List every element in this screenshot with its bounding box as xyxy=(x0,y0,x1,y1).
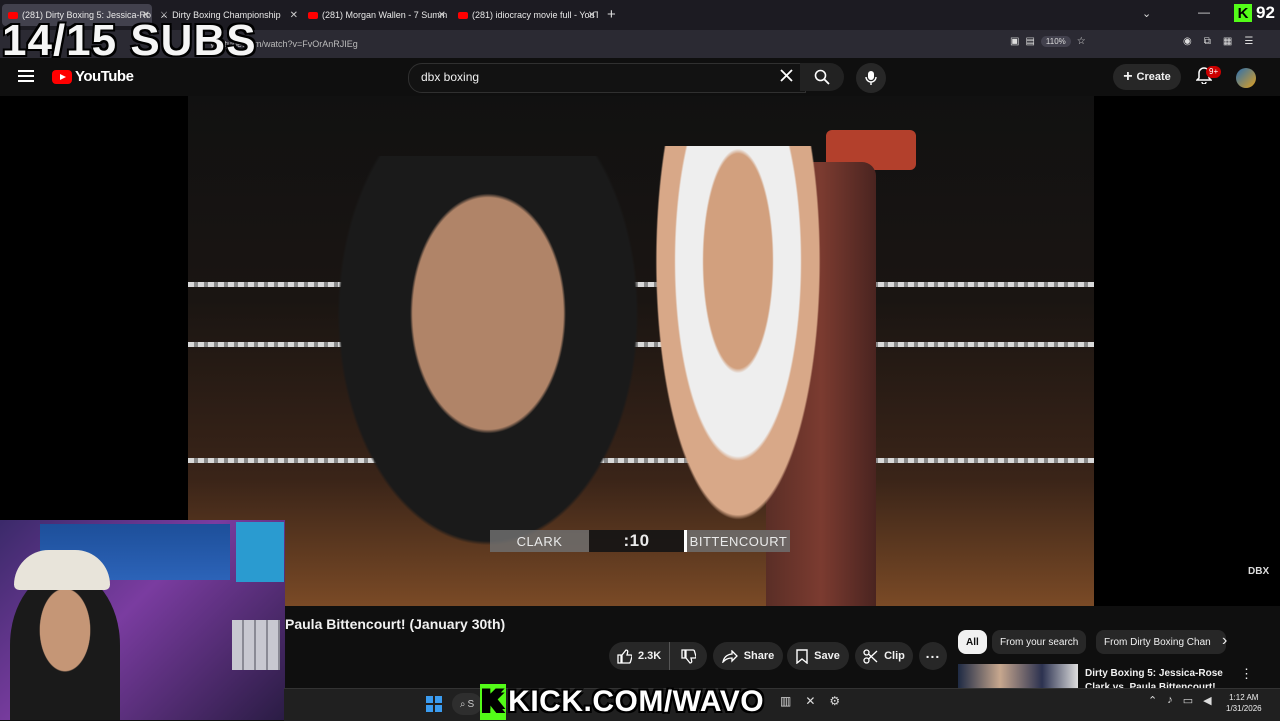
close-tab-icon[interactable]: ✕ xyxy=(588,10,596,21)
save-label: Save xyxy=(814,650,840,662)
address-bar[interactable]: youtube.com/watch?v=FvOrAnRJIEg xyxy=(210,34,1010,54)
youtube-favicon-icon xyxy=(308,11,318,19)
menu-icon[interactable] xyxy=(18,69,34,83)
kick-url-text: KICK.COM/WAVO xyxy=(508,685,765,718)
chip-from-channel[interactable]: From Dirty Boxing Chan xyxy=(1096,630,1226,654)
like-count: 2.3K xyxy=(638,650,662,662)
share-label: Share xyxy=(743,650,775,662)
zoom-level[interactable]: 110% xyxy=(1040,36,1071,47)
video-frame[interactable]: CLARK :10 BITTENCOURT xyxy=(188,96,1094,606)
more-icon: ... xyxy=(925,645,941,661)
chip-all[interactable]: All xyxy=(958,630,987,654)
youtube-favicon-icon xyxy=(458,11,468,19)
video-title: Paula Bittencourt! (January 30th) xyxy=(285,616,506,632)
chip-from-your-search[interactable]: From your search xyxy=(992,630,1087,654)
tray-chevron-icon[interactable]: ⌃ xyxy=(1148,694,1157,707)
extension-badge-icon[interactable]: ▦ xyxy=(1223,36,1232,47)
dislike-button[interactable] xyxy=(670,648,707,664)
taskbar-clock[interactable]: 1:12 AM 1/31/2026 xyxy=(1226,692,1262,714)
extensions-icon[interactable]: ⧉ xyxy=(1204,36,1211,47)
bookmark-star-icon[interactable]: ☆ xyxy=(1077,36,1086,47)
browser-menu-icon[interactable]: ☰ xyxy=(1244,36,1253,47)
search-icon xyxy=(814,69,830,85)
mic-tray-icon[interactable]: ♪ xyxy=(1167,694,1173,707)
plus-icon: + xyxy=(1123,68,1133,85)
share-icon xyxy=(721,649,738,663)
save-icon xyxy=(796,648,808,664)
clip-label: Clip xyxy=(884,650,905,662)
reader-view-icon[interactable]: ▤ xyxy=(1025,36,1034,47)
system-tray: ⌃ ♪ ▭ ◀ xyxy=(1148,694,1212,707)
clock-date: 1/31/2026 xyxy=(1226,704,1262,713)
fight-scorebug: CLARK :10 BITTENCOURT xyxy=(490,530,790,552)
taskbar-search-label: S xyxy=(467,698,475,710)
picture-in-picture-icon[interactable]: ▣ xyxy=(1010,36,1019,47)
app-icon[interactable]: ✕ xyxy=(805,694,815,708)
scorebug-clock: :10 xyxy=(589,530,685,552)
notification-count-badge: 9+ xyxy=(1206,66,1222,78)
youtube-logo[interactable]: YouTube xyxy=(52,68,134,85)
more-actions-button[interactable]: ... xyxy=(919,642,947,670)
avatar[interactable] xyxy=(1236,68,1256,88)
taskbar-pinned-apps: ▥ ✕ ⚙ xyxy=(780,694,840,708)
kick-url-overlay: K KICK.COM/WAVO xyxy=(480,684,764,720)
clip-icon xyxy=(863,648,878,664)
share-button[interactable]: Share xyxy=(713,642,783,670)
kick-viewer-count: 92 xyxy=(1256,3,1275,22)
tab-label: (281) Morgan Wallen - 7 Summ xyxy=(322,10,448,20)
clip-button[interactable]: Clip xyxy=(855,642,913,670)
dislike-icon xyxy=(681,648,696,664)
kick-logo-icon: K xyxy=(480,684,507,720)
kick-viewer-badge: K 92 xyxy=(1234,2,1275,24)
like-icon xyxy=(617,648,632,664)
volume-icon[interactable]: ◀ xyxy=(1203,694,1211,707)
scorebug-right-name: BITTENCOURT xyxy=(684,530,790,552)
chevron-right-icon[interactable]: › xyxy=(1222,632,1227,650)
like-dislike-group: 2.3K xyxy=(609,642,707,670)
taskbar-search-button[interactable]: ⌕ S xyxy=(452,693,482,715)
clear-search-icon[interactable] xyxy=(780,69,793,82)
settings-gear-icon[interactable]: ⚙ xyxy=(829,694,840,708)
dbx-watermark: DBX xyxy=(1248,566,1270,577)
search-button[interactable] xyxy=(800,63,844,91)
new-tab-button[interactable]: + xyxy=(607,6,616,23)
tab-label: (281) idiocracy movie full - YouT xyxy=(472,10,598,20)
close-tab-icon[interactable]: ✕ xyxy=(290,10,298,21)
streamer-webcam xyxy=(0,520,285,720)
youtube-play-icon xyxy=(52,69,72,84)
youtube-logo-text: YouTube xyxy=(75,68,134,85)
create-button[interactable]: + Create xyxy=(1113,64,1181,90)
tab-list-chevron-icon[interactable]: ⌄ xyxy=(1142,7,1151,20)
like-button[interactable]: 2.3K xyxy=(609,642,670,670)
kick-logo-icon: K xyxy=(1234,4,1252,22)
voice-search-button[interactable] xyxy=(856,63,886,93)
save-button[interactable]: Save xyxy=(787,642,849,670)
minimize-window-icon[interactable]: — xyxy=(1198,5,1210,19)
recommendation-more-icon[interactable]: ⋮ xyxy=(1240,666,1253,682)
create-label: Create xyxy=(1136,71,1171,83)
mic-icon xyxy=(865,70,877,86)
clock-time: 1:12 AM xyxy=(1229,693,1259,702)
epic-games-icon[interactable]: ▥ xyxy=(780,694,791,708)
account-icon[interactable]: ◉ xyxy=(1183,36,1192,47)
browser-tab[interactable]: (281) idiocracy movie full - YouT ✕ xyxy=(456,4,598,26)
search-icon: ⌕ xyxy=(459,698,466,710)
browser-tab[interactable]: (281) Morgan Wallen - 7 Summ ✕ xyxy=(306,4,448,26)
scorebug-left-name: CLARK xyxy=(490,530,589,552)
search-input[interactable]: dbx boxing xyxy=(421,70,479,84)
windows-start-icon[interactable] xyxy=(426,696,442,712)
display-tray-icon[interactable]: ▭ xyxy=(1183,694,1193,707)
close-tab-icon[interactable]: ✕ xyxy=(438,10,446,21)
